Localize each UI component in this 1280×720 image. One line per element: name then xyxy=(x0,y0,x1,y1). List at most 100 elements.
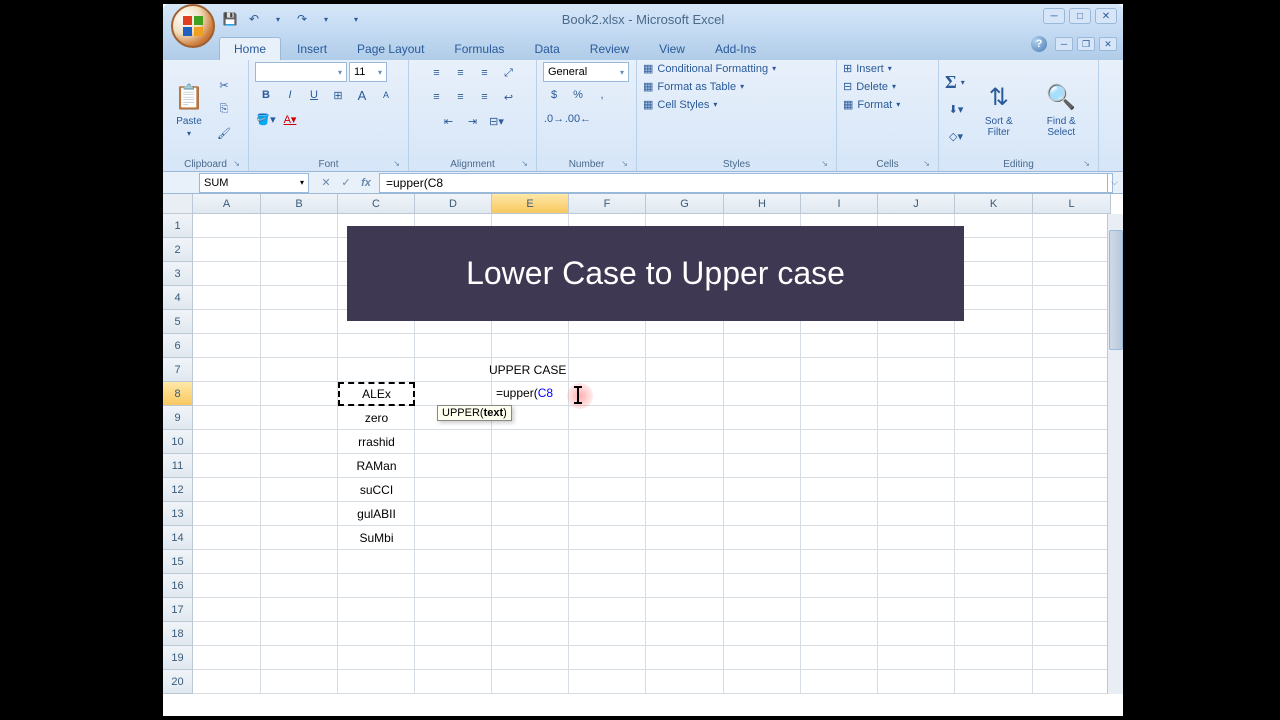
cell[interactable] xyxy=(801,334,878,358)
cell[interactable] xyxy=(955,262,1033,286)
qat-customize-icon[interactable]: ▾ xyxy=(347,10,365,28)
tab-home[interactable]: Home xyxy=(219,37,281,60)
cell[interactable] xyxy=(261,646,338,670)
enter-formula-button[interactable]: ✓ xyxy=(337,174,355,192)
column-header-g[interactable]: G xyxy=(646,194,724,214)
underline-button[interactable]: U xyxy=(303,84,325,106)
cell[interactable] xyxy=(878,358,955,382)
cell[interactable] xyxy=(1033,358,1111,382)
row-header-13[interactable]: 13 xyxy=(163,502,193,526)
cell[interactable] xyxy=(724,670,801,694)
cell[interactable] xyxy=(193,454,261,478)
percent-button[interactable]: % xyxy=(567,84,589,106)
formula-input[interactable]: =upper(C8 xyxy=(379,173,1113,193)
currency-button[interactable]: $ xyxy=(543,84,565,106)
cell[interactable] xyxy=(415,598,492,622)
cell[interactable] xyxy=(193,478,261,502)
office-button[interactable] xyxy=(171,4,215,48)
cell[interactable] xyxy=(261,262,338,286)
cell[interactable] xyxy=(801,646,878,670)
align-top-icon[interactable]: ≡ xyxy=(426,62,448,84)
column-header-k[interactable]: K xyxy=(955,194,1033,214)
cell[interactable] xyxy=(193,574,261,598)
tab-page-layout[interactable]: Page Layout xyxy=(343,38,438,60)
cell[interactable] xyxy=(878,622,955,646)
column-header-j[interactable]: J xyxy=(878,194,955,214)
redo-menu-icon[interactable]: ▾ xyxy=(317,10,335,28)
cell[interactable] xyxy=(1033,622,1111,646)
cell[interactable] xyxy=(955,598,1033,622)
row-header-5[interactable]: 5 xyxy=(163,310,193,334)
cell[interactable] xyxy=(724,454,801,478)
column-header-f[interactable]: F xyxy=(569,194,646,214)
row-header-14[interactable]: 14 xyxy=(163,526,193,550)
cell[interactable] xyxy=(193,334,261,358)
cell[interactable] xyxy=(492,454,569,478)
cell[interactable] xyxy=(801,574,878,598)
cell[interactable] xyxy=(1033,502,1111,526)
cell[interactable] xyxy=(724,382,801,406)
cell[interactable] xyxy=(646,550,724,574)
cell[interactable] xyxy=(415,502,492,526)
cell[interactable] xyxy=(261,310,338,334)
cell[interactable] xyxy=(261,358,338,382)
doc-restore-button[interactable]: ❐ xyxy=(1077,37,1095,51)
cell[interactable] xyxy=(955,286,1033,310)
cell[interactable] xyxy=(801,670,878,694)
cell[interactable] xyxy=(724,550,801,574)
decrease-decimal-icon[interactable]: .00← xyxy=(567,108,589,130)
cell[interactable] xyxy=(492,334,569,358)
cell[interactable] xyxy=(724,598,801,622)
editing-cell[interactable]: =upper(C8 xyxy=(493,382,556,404)
cell[interactable] xyxy=(1033,670,1111,694)
cell[interactable] xyxy=(955,334,1033,358)
cell[interactable] xyxy=(801,382,878,406)
cell[interactable] xyxy=(801,454,878,478)
cell[interactable] xyxy=(646,598,724,622)
cell[interactable] xyxy=(878,574,955,598)
close-button[interactable]: ✕ xyxy=(1095,8,1117,24)
cell[interactable] xyxy=(724,406,801,430)
cell[interactable] xyxy=(338,550,415,574)
cell[interactable] xyxy=(955,430,1033,454)
cell[interactable] xyxy=(569,430,646,454)
cell[interactable] xyxy=(193,670,261,694)
column-header-b[interactable]: B xyxy=(261,194,338,214)
cancel-formula-button[interactable]: ✕ xyxy=(317,174,335,192)
cell[interactable] xyxy=(724,502,801,526)
tab-add-ins[interactable]: Add-Ins xyxy=(701,38,770,60)
cell[interactable] xyxy=(801,526,878,550)
cell[interactable] xyxy=(1033,598,1111,622)
select-all-button[interactable] xyxy=(163,194,193,214)
row-header-17[interactable]: 17 xyxy=(163,598,193,622)
row-header-16[interactable]: 16 xyxy=(163,574,193,598)
cell[interactable] xyxy=(338,670,415,694)
cell[interactable] xyxy=(1033,454,1111,478)
cell[interactable] xyxy=(193,646,261,670)
column-header-d[interactable]: D xyxy=(415,194,492,214)
cell[interactable] xyxy=(193,310,261,334)
cell[interactable] xyxy=(878,406,955,430)
row-header-19[interactable]: 19 xyxy=(163,646,193,670)
scrollbar-thumb[interactable] xyxy=(1109,230,1123,350)
cell[interactable] xyxy=(801,502,878,526)
cell[interactable] xyxy=(955,238,1033,262)
font-size-combo[interactable]: 11▾ xyxy=(349,62,387,82)
cell[interactable] xyxy=(415,358,492,382)
cell[interactable] xyxy=(193,358,261,382)
cell[interactable] xyxy=(338,334,415,358)
row-header-3[interactable]: 3 xyxy=(163,262,193,286)
italic-button[interactable]: I xyxy=(279,84,301,106)
font-color-button[interactable]: A▾ xyxy=(279,108,301,130)
cell[interactable] xyxy=(338,358,415,382)
cell[interactable] xyxy=(646,670,724,694)
cell[interactable] xyxy=(1033,574,1111,598)
cell[interactable] xyxy=(569,406,646,430)
name-box[interactable]: SUM ▾ xyxy=(199,173,309,193)
align-middle-icon[interactable]: ≡ xyxy=(450,62,472,84)
cell[interactable] xyxy=(646,406,724,430)
row-header-15[interactable]: 15 xyxy=(163,550,193,574)
cell[interactable] xyxy=(1033,310,1111,334)
cell[interactable] xyxy=(569,574,646,598)
cell[interactable] xyxy=(193,262,261,286)
